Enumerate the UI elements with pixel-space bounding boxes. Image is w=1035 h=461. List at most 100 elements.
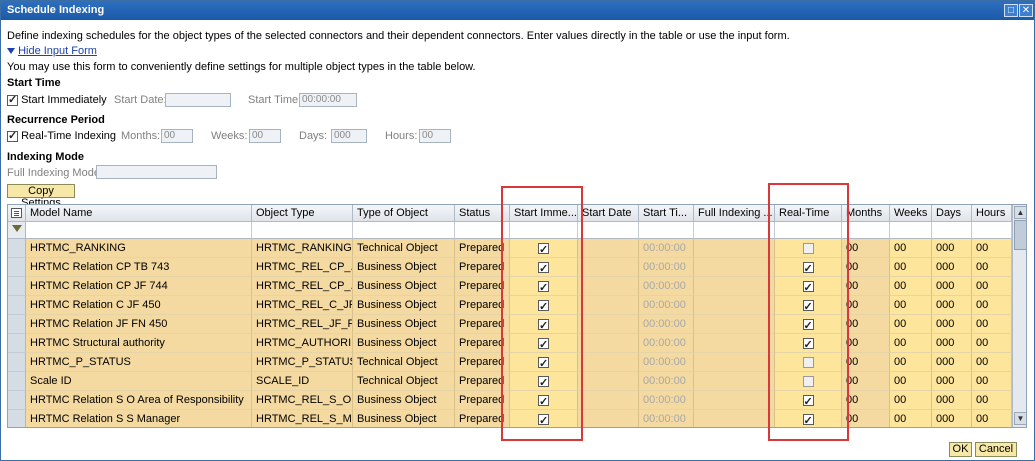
cell-days[interactable]: 000 (932, 353, 972, 372)
start-immediately-checkbox[interactable] (538, 393, 549, 409)
cell-days[interactable]: 000 (932, 239, 972, 258)
start-immediately-checkbox[interactable] (538, 241, 549, 257)
cell-type[interactable]: Business Object (353, 315, 455, 334)
cell-model[interactable]: HRTMC Relation CP TB 743 (26, 258, 252, 277)
cell-type[interactable]: Business Object (353, 334, 455, 353)
cell-hours[interactable]: 00 (972, 258, 1012, 277)
cell-full[interactable] (694, 353, 775, 372)
cell-status[interactable]: Prepared (455, 258, 510, 277)
ok-button[interactable]: OK (949, 442, 972, 457)
row-selector[interactable] (8, 334, 26, 353)
cell-realtime[interactable] (775, 296, 842, 315)
column-header-type-of-object-type[interactable]: Type of Object Type (353, 205, 455, 222)
cell-months[interactable]: 00 (842, 391, 890, 410)
cell-realtime[interactable] (775, 353, 842, 372)
cell-start-time[interactable]: 00:00:00 (639, 372, 694, 391)
cell-start-date[interactable] (578, 239, 639, 258)
cell-days[interactable]: 000 (932, 315, 972, 334)
cell-start-imm[interactable] (510, 334, 578, 353)
cell-otype[interactable]: HRTMC_REL_C_JF... (252, 296, 353, 315)
copy-settings-button[interactable]: Copy Settings (7, 184, 75, 209)
column-filter-status[interactable] (455, 222, 510, 239)
realtime-checkbox[interactable] (802, 279, 814, 295)
cell-months[interactable]: 00 (842, 239, 890, 258)
realtime-checkbox[interactable] (802, 317, 814, 333)
cell-full[interactable] (694, 391, 775, 410)
realtime-checkbox[interactable] (802, 336, 814, 352)
row-selector[interactable] (8, 372, 26, 391)
column-filter-months[interactable] (842, 222, 890, 239)
table-row[interactable]: HRTMC Relation CP JF 744 HRTMC_REL_CP_...… (8, 277, 1012, 296)
cell-full[interactable] (694, 410, 775, 427)
column-header-days[interactable]: Days (932, 205, 972, 222)
scroll-thumb[interactable] (1014, 220, 1026, 250)
maximize-icon[interactable]: □ (1004, 4, 1018, 17)
cell-status[interactable]: Prepared (455, 391, 510, 410)
cell-full[interactable] (694, 277, 775, 296)
table-settings-button[interactable] (8, 205, 26, 222)
cell-model[interactable]: HRTMC_P_STATUS (26, 353, 252, 372)
cell-start-time[interactable]: 00:00:00 (639, 410, 694, 427)
column-filter-start-imme[interactable] (510, 222, 578, 239)
cell-start-imm[interactable] (510, 239, 578, 258)
row-selector[interactable] (8, 391, 26, 410)
cell-otype[interactable]: HRTMC_REL_CP_... (252, 277, 353, 296)
cell-otype[interactable]: HRTMC_AUTHORI... (252, 334, 353, 353)
cell-months[interactable]: 00 (842, 353, 890, 372)
cell-months[interactable]: 00 (842, 258, 890, 277)
cell-months[interactable]: 00 (842, 296, 890, 315)
start-immediately-checkbox[interactable] (538, 298, 549, 314)
column-header-start-date[interactable]: Start Date (578, 205, 639, 222)
column-header-start-imme[interactable]: Start Imme... (510, 205, 578, 222)
cell-months[interactable]: 00 (842, 334, 890, 353)
realtime-checkbox[interactable] (802, 242, 814, 254)
column-filter-hours[interactable] (972, 222, 1012, 239)
cell-start-imm[interactable] (510, 277, 578, 296)
vertical-scrollbar[interactable]: ▲ ▼ (1012, 205, 1026, 427)
cell-weeks[interactable]: 00 (890, 258, 932, 277)
cell-start-date[interactable] (578, 315, 639, 334)
start-immediately-checkbox-group[interactable]: Start Immediately (7, 93, 107, 106)
table-row[interactable]: HRTMC Relation JF FN 450 HRTMC_REL_JF_F..… (8, 315, 1012, 334)
table-row[interactable]: HRTMC Structural authority HRTMC_AUTHORI.… (8, 334, 1012, 353)
table-row[interactable]: HRTMC Relation S O Area of Responsibilit… (8, 391, 1012, 410)
column-header-hours[interactable]: Hours (972, 205, 1012, 222)
cell-months[interactable]: 00 (842, 315, 890, 334)
cell-realtime[interactable] (775, 277, 842, 296)
cell-type[interactable]: Business Object (353, 277, 455, 296)
cell-type[interactable]: Business Object (353, 391, 455, 410)
cell-model[interactable]: HRTMC_RANKING (26, 239, 252, 258)
column-filter-object-type[interactable] (252, 222, 353, 239)
realtime-checkbox[interactable] (802, 260, 814, 276)
cell-start-time[interactable]: 00:00:00 (639, 315, 694, 334)
hide-input-form-link[interactable]: Hide Input Form (18, 45, 97, 57)
realtime-checkbox-group[interactable]: Real-Time Indexing (7, 129, 116, 142)
column-filter-days[interactable] (932, 222, 972, 239)
cell-type[interactable]: Business Object (353, 410, 455, 427)
cell-status[interactable]: Prepared (455, 239, 510, 258)
column-filter-model-name[interactable] (26, 222, 252, 239)
cell-weeks[interactable]: 00 (890, 296, 932, 315)
cell-days[interactable]: 000 (932, 334, 972, 353)
cell-realtime[interactable] (775, 372, 842, 391)
cell-hours[interactable]: 00 (972, 410, 1012, 427)
cell-status[interactable]: Prepared (455, 410, 510, 427)
cell-start-imm[interactable] (510, 391, 578, 410)
cell-start-date[interactable] (578, 353, 639, 372)
cell-realtime[interactable] (775, 315, 842, 334)
cell-realtime[interactable] (775, 239, 842, 258)
start-immediately-checkbox[interactable] (538, 317, 549, 333)
start-date-field[interactable] (165, 93, 231, 107)
column-header-model-name[interactable]: Model Name (26, 205, 252, 222)
cell-months[interactable]: 00 (842, 410, 890, 427)
cell-otype[interactable]: HRTMC_REL_CP_... (252, 258, 353, 277)
cell-start-time[interactable]: 00:00:00 (639, 239, 694, 258)
cell-weeks[interactable]: 00 (890, 277, 932, 296)
cell-start-time[interactable]: 00:00:00 (639, 353, 694, 372)
realtime-checkbox[interactable] (802, 375, 814, 387)
cell-start-time[interactable]: 00:00:00 (639, 391, 694, 410)
column-filter-start-date[interactable] (578, 222, 639, 239)
cell-status[interactable]: Prepared (455, 296, 510, 315)
column-header-full-indexing[interactable]: Full Indexing ... (694, 205, 775, 222)
realtime-checkbox[interactable] (802, 298, 814, 314)
